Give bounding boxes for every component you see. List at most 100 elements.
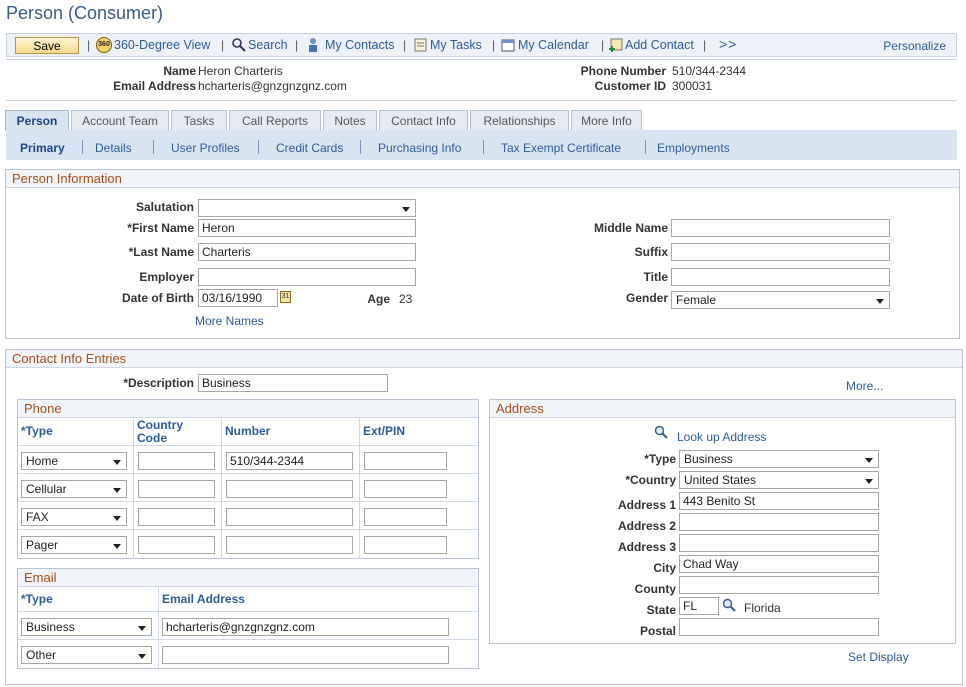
city-input[interactable]: Chad Way [679, 555, 879, 573]
subtab-user-profiles[interactable]: User Profiles [171, 141, 240, 155]
country-code-input[interactable] [138, 480, 215, 498]
address-3-input[interactable] [679, 534, 879, 552]
description-input[interactable]: Business [198, 374, 388, 392]
age-value: 23 [399, 292, 413, 306]
email-section: Email *Type Email Address Business hchar… [17, 568, 479, 669]
save-button[interactable]: Save [15, 37, 79, 54]
subtab-employments[interactable]: Employments [657, 141, 730, 155]
tab-notes[interactable]: Notes [323, 110, 377, 131]
first-name-input[interactable]: Heron [198, 219, 416, 237]
address-type-select[interactable]: Business [679, 450, 879, 468]
phone-number-input[interactable] [226, 480, 353, 498]
email-address-input[interactable]: hcharteris@gnzgnzgnz.com [162, 618, 449, 636]
tab-account-team[interactable]: Account Team [71, 110, 169, 131]
county-input[interactable] [679, 576, 879, 594]
last-name-input[interactable]: Charteris [198, 243, 416, 261]
ext-pin-input[interactable] [364, 536, 447, 554]
country-code-input[interactable] [138, 508, 215, 526]
email-address-input[interactable] [162, 646, 449, 664]
search-link[interactable]: Search [248, 38, 288, 52]
postal-input[interactable] [679, 618, 879, 636]
email-type-select[interactable]: Other [21, 646, 152, 664]
title-input[interactable] [671, 268, 890, 286]
toolbar: Save | 360 360-Degree View | Search | My… [6, 33, 957, 57]
middle-name-input[interactable] [671, 219, 890, 237]
phone-number-input[interactable]: 510/344-2344 [226, 452, 353, 470]
subtab-separator [153, 140, 154, 154]
tab-call-reports[interactable]: Call Reports [229, 110, 321, 131]
chevron-down-icon [876, 299, 884, 304]
customer-id-value: 300031 [672, 79, 713, 93]
subtab-purchasing-info[interactable]: Purchasing Info [378, 141, 461, 155]
add-contact-icon [609, 38, 623, 52]
contacts-icon [309, 38, 317, 52]
subtab-details[interactable]: Details [95, 141, 132, 155]
phone-type-select[interactable]: Pager [21, 536, 127, 554]
county-label: County [634, 582, 676, 596]
phone-type-select[interactable]: Cellular [21, 480, 127, 498]
toolbar-separator: | [221, 38, 225, 52]
subtab-primary[interactable]: Primary [20, 141, 65, 155]
email-value: hcharteris@gnzgnzgnz.com [198, 79, 347, 93]
postal-label: Postal [639, 624, 676, 638]
subtab-separator [258, 140, 259, 154]
state-input[interactable]: FL [679, 597, 719, 615]
tab-person[interactable]: Person [5, 110, 69, 131]
address-heading: Address [490, 400, 955, 418]
country-code-input[interactable] [138, 452, 215, 470]
more-toolbar-link[interactable]: >> [719, 36, 737, 52]
chevron-down-icon [113, 460, 121, 465]
toolbar-separator: | [87, 38, 91, 52]
set-display-link[interactable]: Set Display [848, 650, 909, 664]
suffix-input[interactable] [671, 243, 890, 261]
address-2-input[interactable] [679, 513, 879, 531]
360-degree-view-link[interactable]: 360-Degree View [114, 38, 210, 52]
tab-contact-info[interactable]: Contact Info [379, 110, 468, 131]
salutation-select[interactable] [198, 199, 416, 217]
phone-number-value: 510/344-2344 [672, 64, 747, 78]
toolbar-separator: | [703, 38, 707, 52]
ext-pin-input[interactable] [364, 480, 447, 498]
more-link[interactable]: More... [846, 379, 883, 393]
phone-type-select[interactable]: Home [21, 452, 127, 470]
address-1-input[interactable]: 443 Benito St [679, 492, 879, 510]
look-up-address-link[interactable]: Look up Address [677, 430, 766, 444]
phone-heading: Phone [18, 400, 478, 418]
gender-select[interactable]: Female [671, 291, 890, 309]
country-label: *Country [625, 473, 676, 487]
subtab-tax-exempt-certificate[interactable]: Tax Exempt Certificate [501, 141, 621, 155]
first-name-label: *First Name [127, 221, 194, 235]
email-type-select[interactable]: Business [21, 618, 152, 636]
country-select[interactable]: United States [679, 471, 879, 489]
phone-number-input[interactable] [226, 508, 353, 526]
employer-input[interactable] [198, 268, 416, 286]
phone-number-input[interactable] [226, 536, 353, 554]
tab-relationships[interactable]: Relationships [470, 110, 569, 131]
my-calendar-link[interactable]: My Calendar [518, 38, 589, 52]
calendar-icon[interactable]: 31 [280, 291, 291, 303]
tab-more-info[interactable]: More Info [571, 110, 642, 131]
magnifier-icon[interactable] [722, 598, 736, 612]
more-names-link[interactable]: More Names [195, 314, 264, 328]
calendar-icon [501, 39, 515, 52]
country-code-input[interactable] [138, 536, 215, 554]
age-label: Age [367, 292, 390, 306]
employer-label: Employer [139, 270, 194, 284]
my-contacts-link[interactable]: My Contacts [325, 38, 394, 52]
add-contact-link[interactable]: Add Contact [625, 38, 694, 52]
personalize-link[interactable]: Personalize [883, 39, 946, 53]
chevron-down-icon [402, 207, 410, 212]
phone-type-select[interactable]: FAX [21, 508, 127, 526]
ext-pin-input[interactable] [364, 452, 447, 470]
toolbar-separator: | [492, 38, 496, 52]
salutation-label: Salutation [135, 200, 194, 214]
date-of-birth-input[interactable]: 03/16/1990 [198, 289, 278, 307]
address-3-label: Address 3 [617, 540, 676, 554]
ext-pin-input[interactable] [364, 508, 447, 526]
tab-tasks[interactable]: Tasks [171, 110, 227, 131]
subtab-credit-cards[interactable]: Credit Cards [276, 141, 343, 155]
magnifier-icon[interactable] [654, 425, 668, 439]
address-section: Address Look up Address *Type Business *… [489, 399, 956, 644]
chevron-down-icon [113, 488, 121, 493]
my-tasks-link[interactable]: My Tasks [430, 38, 482, 52]
